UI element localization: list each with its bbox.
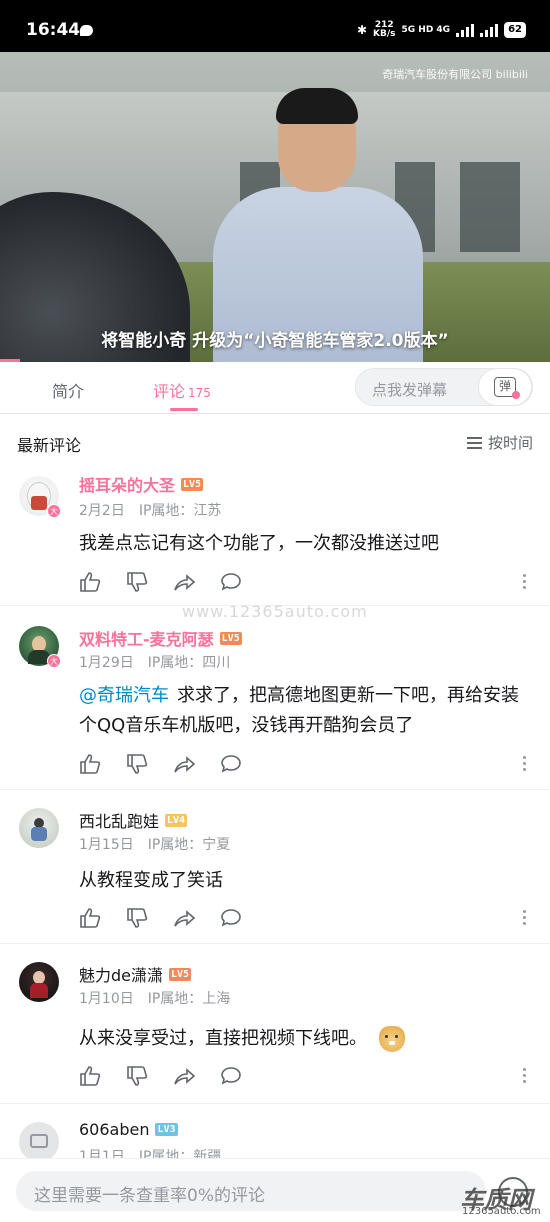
level-badge: LV5 bbox=[219, 631, 242, 645]
comment-item: 魅力de潇潇 LV5 1月10日 IP属地：上海 从来没享受过，直接把视频下线吧。 bbox=[0, 944, 550, 1104]
comments-count: 175 bbox=[188, 386, 211, 400]
battery-icon: 62 bbox=[504, 22, 526, 38]
avatar[interactable] bbox=[19, 1122, 59, 1158]
message-icon bbox=[80, 25, 93, 36]
dislike-icon[interactable] bbox=[126, 572, 148, 592]
avatar[interactable]: 大 bbox=[19, 626, 61, 668]
comment-username[interactable]: 西北乱跑娃 LV4 bbox=[79, 808, 188, 832]
comment-meta: 1月29日 IP属地：四川 bbox=[79, 655, 231, 671]
video-watermark: 奇瑞汽车股份有限公司 bilibili bbox=[382, 68, 528, 81]
dislike-icon[interactable] bbox=[126, 754, 148, 774]
comment-username[interactable]: 606aben LV3 bbox=[79, 1120, 178, 1139]
sort-icon bbox=[466, 436, 482, 449]
comment-item: 606aben LV3 1月1日 IP属地：新疆 bbox=[0, 1104, 550, 1158]
level-badge: LV5 bbox=[181, 477, 204, 491]
status-icons: ✱ 212 KB/s 5G HD 4G 62 bbox=[357, 20, 526, 40]
signal-icon bbox=[456, 23, 475, 37]
signal-icon-2 bbox=[480, 23, 499, 37]
like-icon[interactable] bbox=[79, 908, 101, 928]
level-badge: LV3 bbox=[155, 1123, 178, 1136]
avatar[interactable] bbox=[19, 808, 59, 848]
more-icon[interactable] bbox=[523, 574, 526, 589]
comment-input-placeholder: 这里需要一条查重率0%的评论 bbox=[34, 1186, 265, 1206]
like-icon[interactable] bbox=[79, 1066, 101, 1086]
share-icon[interactable] bbox=[173, 572, 195, 592]
vip-badge: 大 bbox=[47, 504, 61, 518]
comments-title: 最新评论 bbox=[17, 436, 82, 455]
status-time: 16:44 bbox=[26, 20, 81, 40]
comment-text: @奇瑞汽车 求求了，把高德地图更新一下吧，再给安装个QQ音乐车机版吧，没钱再开酷狗… bbox=[79, 685, 519, 736]
comment-actions bbox=[79, 572, 242, 592]
more-icon[interactable] bbox=[523, 1068, 526, 1083]
danmaku-input[interactable]: 点我发弹幕 弹 bbox=[355, 368, 533, 406]
tab-comments-label: 评论 bbox=[153, 382, 186, 401]
comment-item: 大 双料特工-麦克阿瑟 LV5 1月29日 IP属地：四川 @奇瑞汽车 求求了，把高… bbox=[0, 606, 550, 790]
reply-icon[interactable] bbox=[220, 754, 242, 774]
status-bar: 16:44 ✱ 212 KB/s 5G HD 4G 62 bbox=[0, 0, 550, 52]
danmaku-placeholder: 点我发弹幕 bbox=[372, 381, 448, 399]
bluetooth-icon: ✱ bbox=[356, 23, 368, 37]
share-icon[interactable] bbox=[173, 754, 195, 774]
tab-intro[interactable]: 简介 bbox=[52, 378, 84, 402]
site-url: 12365auto.com bbox=[462, 1206, 541, 1217]
sort-label: 按时间 bbox=[487, 434, 533, 452]
network-types: 5G HD 4G bbox=[401, 25, 451, 35]
reply-icon[interactable] bbox=[220, 908, 242, 928]
comment-actions bbox=[79, 908, 242, 928]
doge-emoji-icon bbox=[378, 1026, 405, 1052]
danmaku-toggle-button[interactable]: 弹 bbox=[478, 368, 532, 406]
reply-icon[interactable] bbox=[220, 1066, 242, 1086]
comment-username[interactable]: 魅力de潇潇 LV5 bbox=[79, 962, 192, 986]
comment-meta: 2月2日 IP属地：江苏 bbox=[79, 503, 222, 519]
dislike-icon[interactable] bbox=[126, 1066, 148, 1086]
tab-comments[interactable]: 评论 175 bbox=[153, 378, 211, 402]
level-badge: LV5 bbox=[169, 967, 192, 981]
comment-input[interactable]: 这里需要一条查重率0%的评论 bbox=[16, 1171, 486, 1211]
share-icon[interactable] bbox=[173, 908, 195, 928]
comment-item: 西北乱跑娃 LV4 1月15日 IP属地：宁夏 从教程变成了笑话 bbox=[0, 790, 550, 944]
comments-header: 最新评论 按时间 bbox=[0, 418, 550, 464]
comment-username[interactable]: 双料特工-麦克阿瑟 LV5 bbox=[79, 626, 242, 650]
reply-icon[interactable] bbox=[220, 572, 242, 592]
sort-button[interactable]: 按时间 bbox=[466, 432, 533, 453]
comment-text: 从教程变成了笑话 bbox=[79, 870, 223, 891]
avatar[interactable]: 大 bbox=[19, 476, 61, 518]
comment-actions bbox=[79, 1066, 242, 1086]
comment-meta: 1月10日 IP属地：上海 bbox=[79, 991, 231, 1007]
danmaku-check-icon bbox=[512, 391, 520, 399]
comment-item: 大 摇耳朵的大圣 LV5 2月2日 IP属地：江苏 我差点忘记有这个功能了，一次都… bbox=[0, 464, 550, 606]
more-icon[interactable] bbox=[523, 756, 526, 771]
video-caption: 将智能小奇 升级为“小奇智能车管家2.0版本” bbox=[101, 331, 449, 351]
more-icon[interactable] bbox=[523, 910, 526, 925]
like-icon[interactable] bbox=[79, 754, 101, 774]
level-badge: LV4 bbox=[165, 813, 188, 827]
comment-actions bbox=[79, 754, 242, 774]
comment-meta: 1月1日 IP属地：新疆 bbox=[79, 1149, 222, 1158]
mention-link[interactable]: @奇瑞汽车 bbox=[79, 685, 169, 706]
video-player[interactable]: 奇瑞汽车股份有限公司 bilibili 将智能小奇 升级为“小奇智能车管家2.0… bbox=[0, 52, 550, 362]
vip-badge: 大 bbox=[47, 654, 61, 668]
tab-indicator bbox=[170, 408, 198, 411]
network-speed: 212 KB/s bbox=[373, 20, 396, 39]
like-icon[interactable] bbox=[79, 572, 101, 592]
comment-text: 我差点忘记有这个功能了，一次都没推送过吧 bbox=[79, 533, 439, 554]
share-icon[interactable] bbox=[173, 1066, 195, 1086]
comment-text: 从来没享受过，直接把视频下线吧。 bbox=[79, 1024, 528, 1054]
dislike-icon[interactable] bbox=[126, 908, 148, 928]
avatar[interactable] bbox=[19, 962, 59, 1002]
comment-meta: 1月15日 IP属地：宁夏 bbox=[79, 837, 231, 853]
comment-username[interactable]: 摇耳朵的大圣 LV5 bbox=[79, 472, 204, 496]
